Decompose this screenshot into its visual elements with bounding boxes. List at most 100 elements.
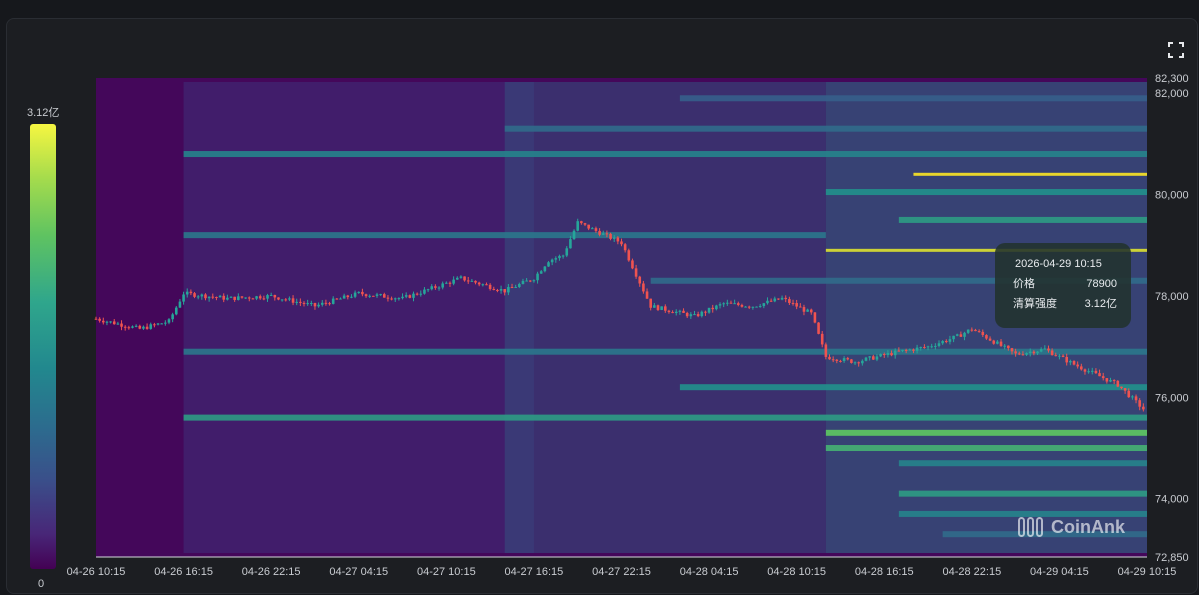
candle-body [926,346,930,348]
candle-body [780,297,784,300]
candle-body [959,334,963,337]
candle-body [255,296,258,299]
candle-body [937,343,941,346]
heatmap-background [96,78,1147,557]
candle-body [1131,396,1134,398]
candle-body [244,297,247,299]
candle-body [1072,361,1076,365]
candle-body [758,306,762,308]
candle-body [1058,355,1061,357]
candle-body [160,323,163,325]
candle-body [1080,366,1083,370]
candle-body [153,324,156,326]
candle-body [736,303,740,305]
candle-body [598,230,601,235]
candle-body [507,287,510,293]
candle-body [620,241,623,245]
candle-body [955,334,959,336]
candle-body [773,298,777,302]
candle-body [324,302,328,304]
color-scale-min-label: 0 [38,578,45,590]
candle-body [350,296,353,298]
candle-body [784,297,788,300]
candle-body [616,237,620,242]
liquidation-band [825,445,1147,452]
candle-body [809,309,813,313]
candle-body [229,296,233,298]
tooltip-time: 2026-04-29 10:15 [1015,258,1102,270]
candle-body [145,326,149,329]
candle-body [536,273,539,281]
candle-body [127,327,131,329]
candle-body [375,294,379,296]
candle-body [547,262,550,267]
candle-body [528,280,532,282]
candle-body [656,305,660,310]
candle-body [653,305,656,308]
x-tick-label: 04-28 22:15 [942,566,1001,578]
candle-body [576,221,580,231]
candle-body [116,323,120,325]
candle-body [558,255,561,259]
candle-body [663,306,667,311]
candle-body [485,284,488,286]
candle-body [842,358,846,362]
candle-body [1090,370,1094,372]
candle-body [930,346,933,348]
candle-body [109,321,112,323]
candle-body [258,296,262,299]
candle-body [105,321,109,323]
candle-body [120,323,123,327]
candle-body [985,335,988,339]
candle-body [164,322,167,324]
candle-body [284,299,288,301]
y-tick-label: 82,300 [1155,73,1189,85]
candle-body [1105,378,1109,382]
liquidation-band [825,189,1147,196]
candle-body [397,298,401,300]
candle-body [503,289,507,293]
candle-body [977,331,981,333]
candle-body [328,303,331,305]
candle-body [1123,388,1127,391]
candle-body [660,306,663,310]
candle-body [824,344,828,357]
x-tick-label: 04-29 10:15 [1118,566,1177,578]
candle-body [1017,353,1021,355]
candle-body [777,298,780,300]
candle-body [707,307,711,313]
candle-body [999,341,1003,346]
x-tick-label: 04-26 16:15 [154,566,213,578]
candle-body [923,347,926,349]
candle-body [612,237,616,239]
candle-body [1021,354,1025,356]
candle-body [861,360,864,364]
candle-body [1101,376,1105,379]
tooltip-price-label: 价格 [1013,278,1035,290]
candle-body [667,310,671,313]
candle-body [412,293,415,298]
candle-body [1109,380,1112,382]
candle-body [1134,396,1138,401]
candle-body [521,280,525,284]
candle-body [1065,356,1069,363]
candle-body [715,305,718,310]
candle-body [1050,350,1054,356]
candle-body [572,230,576,240]
candle-body [550,259,554,263]
candle-body [463,276,466,281]
candle-body [638,276,642,284]
candle-body [539,271,543,274]
x-tick-label: 04-27 16:15 [505,566,564,578]
expand-icon[interactable] [1166,40,1186,60]
candle-body [1007,345,1010,349]
candle-body [766,300,769,304]
candle-body [580,221,583,224]
candle-body [226,297,229,300]
candle-body [386,297,390,299]
candle-body [747,306,751,308]
candle-body [1076,364,1079,367]
candle-body [280,299,284,301]
candle-body [981,331,985,336]
candle-body [207,296,211,299]
